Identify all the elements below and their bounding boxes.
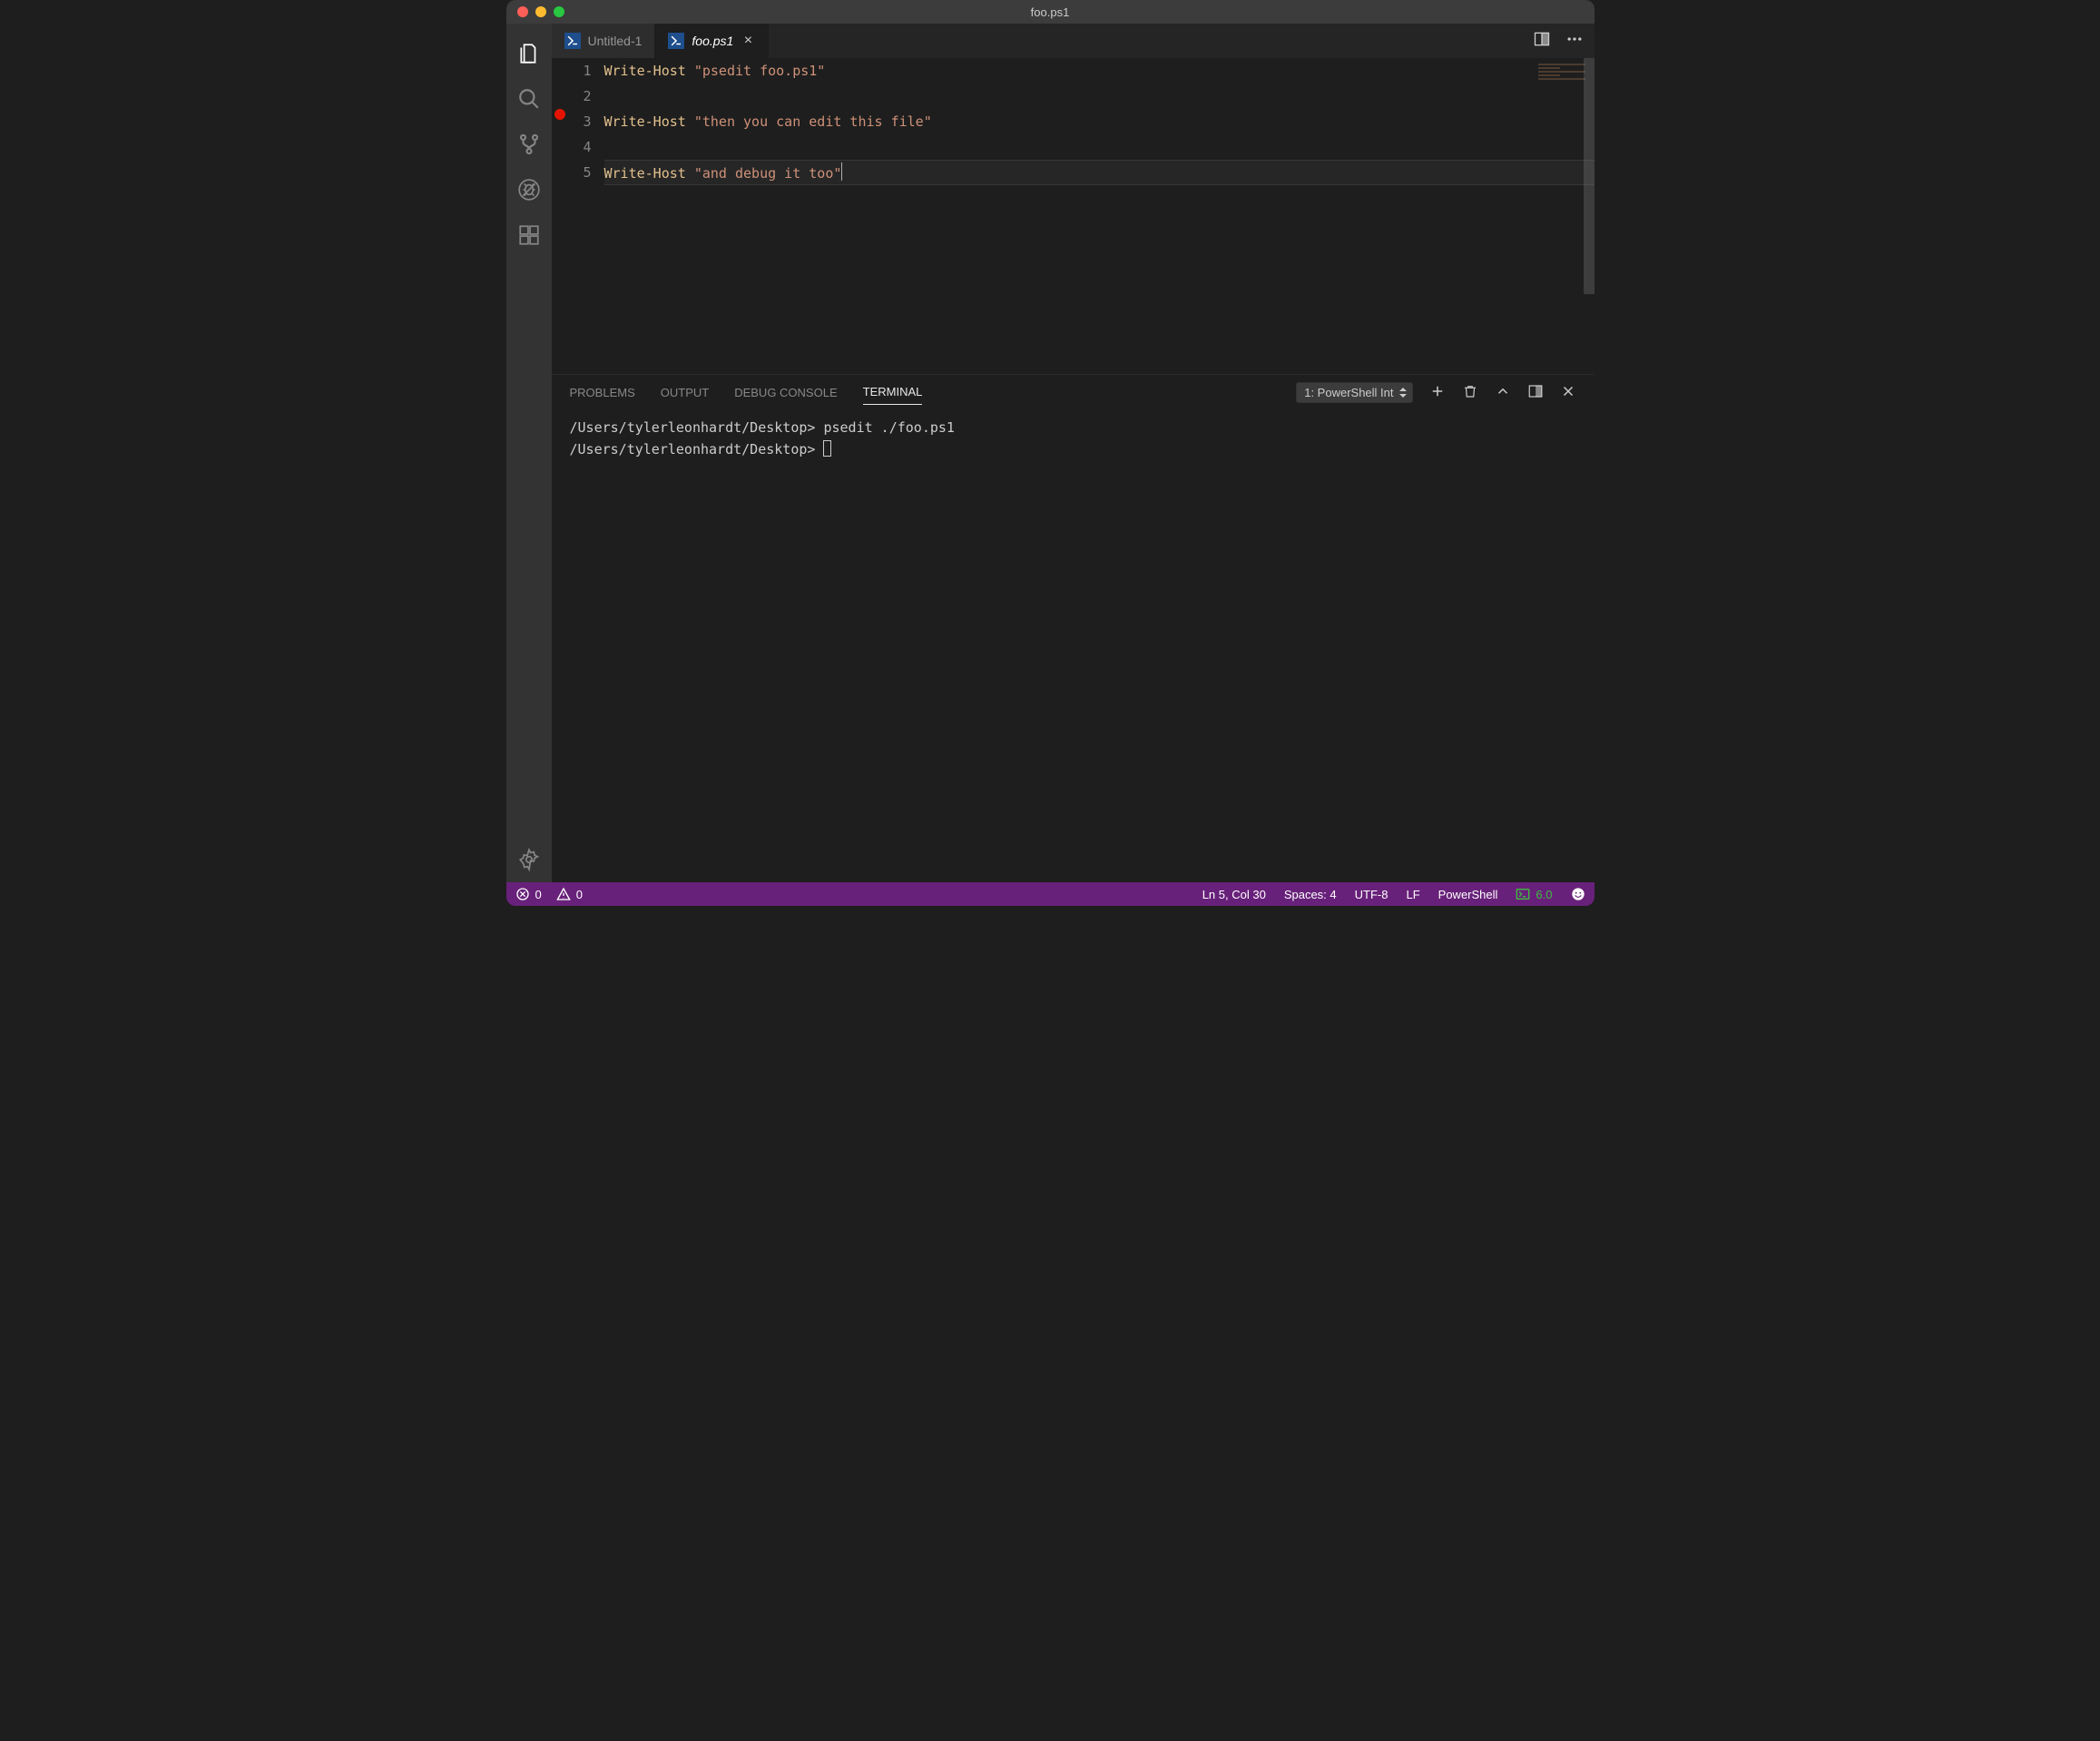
window-title: foo.ps1 [506,5,1595,19]
editor-scrollbar[interactable] [1584,58,1595,374]
move-panel-icon[interactable] [1527,383,1544,402]
new-terminal-icon[interactable] [1429,383,1446,402]
close-tab-icon[interactable]: × [741,33,755,49]
tab-output[interactable]: OUTPUT [661,380,709,405]
line-number: 2 [568,84,592,109]
terminal-cursor [823,440,831,457]
tab-foo-ps1[interactable]: foo.ps1 × [655,24,769,58]
status-warnings[interactable]: 0 [556,887,583,901]
terminal[interactable]: /Users/tylerleonhardt/Desktop> psedit ./… [552,409,1595,882]
editor-cursor [841,162,842,181]
line-number: 4 [568,134,592,160]
powershell-file-icon [564,33,581,49]
terminal-selector[interactable]: 1: PowerShell Int [1296,382,1412,403]
extensions-icon[interactable] [506,212,552,258]
minimap[interactable] [1535,62,1589,98]
more-actions-icon[interactable] [1565,30,1584,53]
bottom-panel: PROBLEMS OUTPUT DEBUG CONSOLE TERMINAL 1… [552,374,1595,882]
debug-icon[interactable] [506,167,552,212]
explorer-icon[interactable] [506,31,552,76]
status-feedback-icon[interactable] [1571,887,1585,901]
tab-debug-console[interactable]: DEBUG CONSOLE [734,380,837,405]
powershell-file-icon [668,33,684,49]
editor-tabs: Untitled-1 foo.ps1 × [552,24,1595,58]
tab-label: Untitled-1 [588,34,643,48]
window-controls [506,6,564,17]
code-content[interactable]: Write-Host "psedit foo.ps1" Write-Host "… [604,58,1595,374]
status-eol[interactable]: LF [1406,888,1419,901]
status-bar: 0 0 Ln 5, Col 30 Spaces: 4 UTF-8 LF Powe… [506,882,1595,906]
search-icon[interactable] [506,76,552,122]
line-number: 1 [568,58,592,84]
vscode-window: foo.ps1 [506,0,1595,906]
status-encoding[interactable]: UTF-8 [1355,888,1389,901]
panel-tabs: PROBLEMS OUTPUT DEBUG CONSOLE TERMINAL 1… [552,375,1595,409]
titlebar: foo.ps1 [506,0,1595,24]
split-editor-icon[interactable] [1533,30,1551,53]
source-control-icon[interactable] [506,122,552,167]
code-editor[interactable]: 1 2 3 4 5 Write-Host "psedit foo.ps1" Wr… [552,58,1595,374]
breakpoint-icon[interactable] [554,109,565,120]
line-number: 3 [568,109,592,134]
line-number: 5 [568,160,592,185]
kill-terminal-icon[interactable] [1462,383,1478,402]
close-window-button[interactable] [517,6,528,17]
close-panel-icon[interactable] [1560,383,1576,402]
terminal-line: /Users/tylerleonhardt/Desktop> psedit ./… [570,417,1576,438]
tab-label: foo.ps1 [692,34,733,48]
minimize-window-button[interactable] [535,6,546,17]
breakpoint-gutter[interactable] [552,58,568,374]
status-powershell-version[interactable]: 6.0 [1516,887,1552,901]
zoom-window-button[interactable] [554,6,564,17]
maximize-panel-icon[interactable] [1495,383,1511,402]
status-indentation[interactable]: Spaces: 4 [1284,888,1337,901]
settings-gear-icon[interactable] [506,837,552,882]
tab-untitled-1[interactable]: Untitled-1 [552,24,656,58]
status-cursor-position[interactable]: Ln 5, Col 30 [1202,888,1266,901]
tab-problems[interactable]: PROBLEMS [570,380,635,405]
activity-bar [506,24,552,882]
status-errors[interactable]: 0 [515,887,542,901]
tab-terminal[interactable]: TERMINAL [863,379,923,405]
line-number-gutter: 1 2 3 4 5 [568,58,604,374]
status-language-mode[interactable]: PowerShell [1438,888,1498,901]
terminal-line: /Users/tylerleonhardt/Desktop> [570,438,1576,460]
